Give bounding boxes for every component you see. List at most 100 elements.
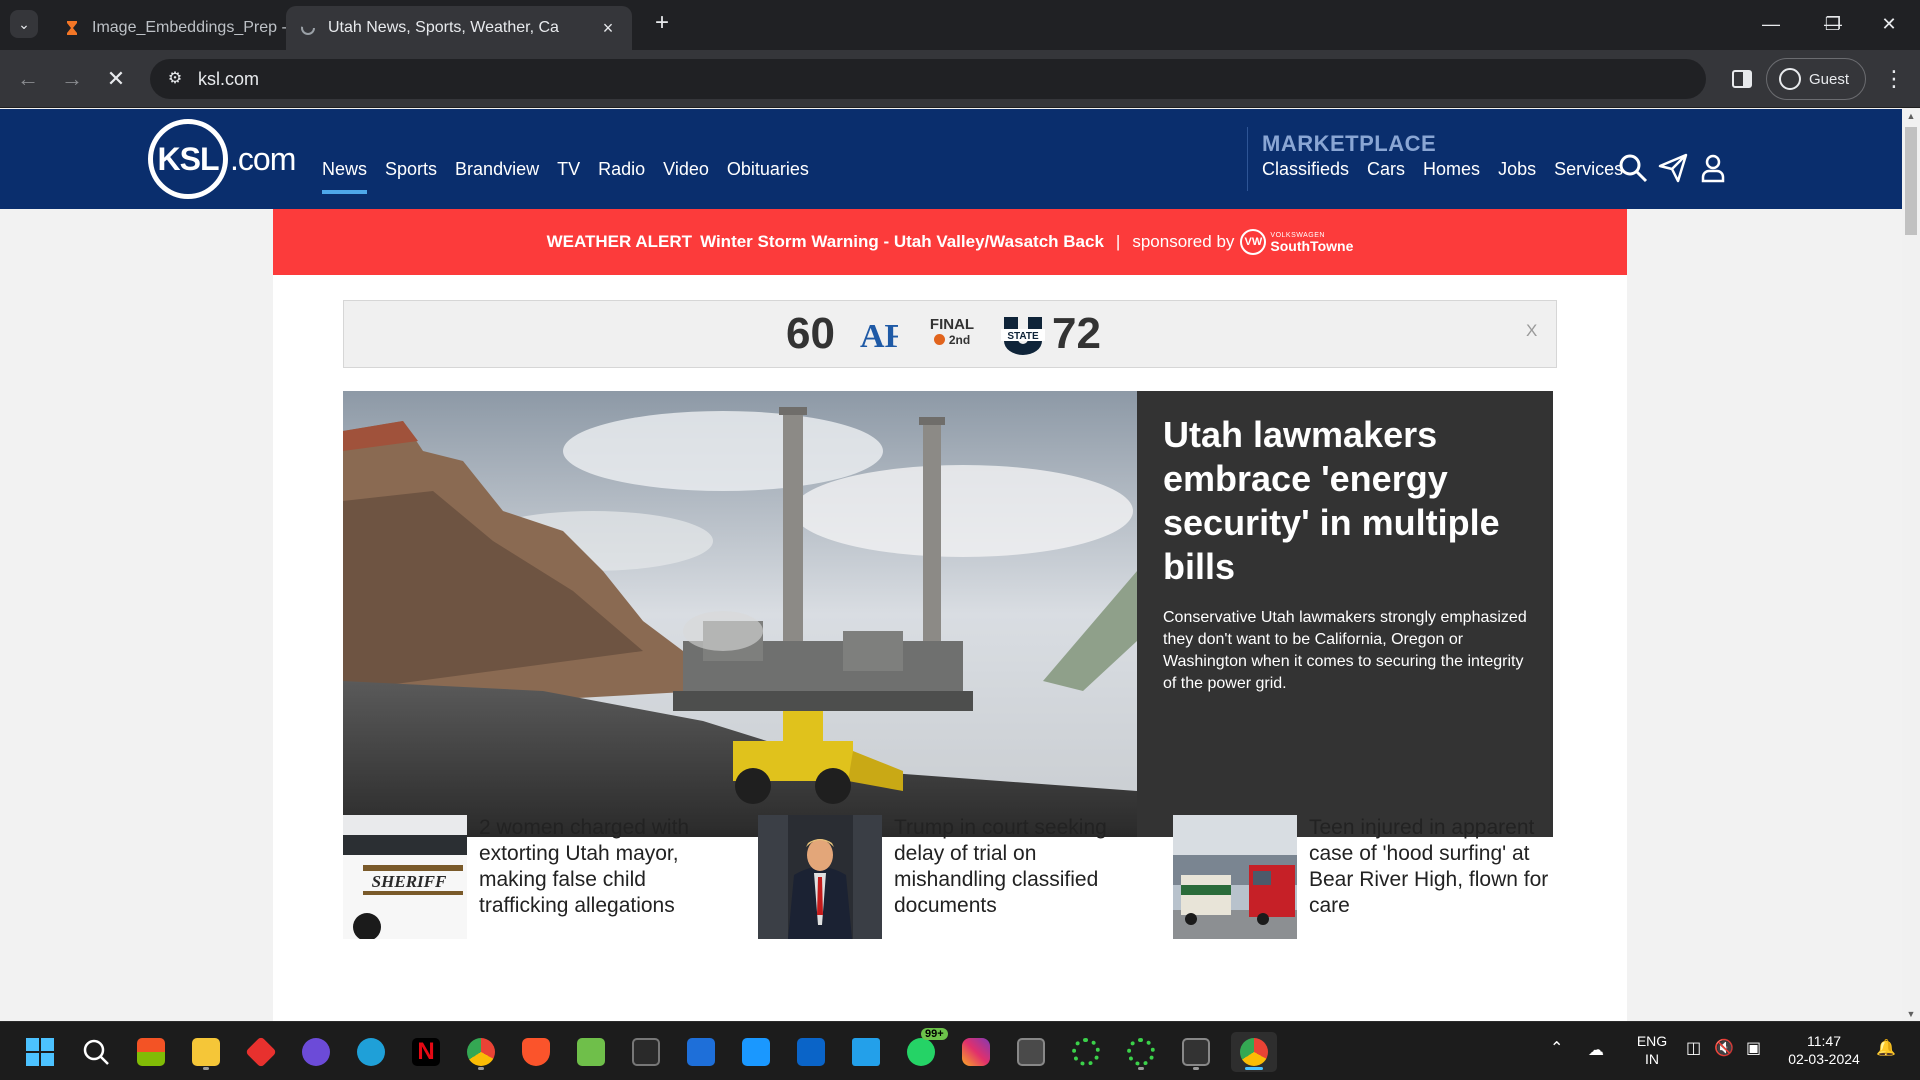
instagram-icon[interactable]	[956, 1032, 996, 1072]
new-tab-button[interactable]: +	[648, 10, 676, 38]
hero-story[interactable]: Utah lawmakers embrace 'energy security'…	[343, 391, 1553, 837]
marketplace-divider	[1247, 127, 1248, 191]
forward-arrow-icon[interactable]: →	[56, 63, 88, 95]
onedrive-cloud-icon[interactable]: ☁	[1588, 1042, 1604, 1060]
send-icon[interactable]	[1658, 153, 1688, 183]
terminal-window-icon[interactable]	[626, 1032, 666, 1072]
search-icon[interactable]	[1618, 153, 1648, 183]
app-green-ring-2-icon[interactable]	[1121, 1032, 1161, 1072]
restore-icon[interactable]: ❐	[1810, 6, 1856, 42]
nav-services[interactable]: Services	[1554, 159, 1623, 180]
story-thumbnail-fire-trucks[interactable]	[1173, 815, 1297, 939]
marketplace-nav: Classifieds Cars Homes Jobs Services	[1262, 159, 1641, 180]
app-blue-icon[interactable]	[681, 1032, 721, 1072]
nav-classifieds[interactable]: Classifieds	[1262, 159, 1349, 180]
story-headline[interactable]: 2 women charged with extorting Utah mayo…	[479, 815, 727, 919]
story-card[interactable]: Trump in court seeking delay of trial on…	[758, 815, 1142, 939]
sponsor-logo[interactable]: VOLKSWAGEN SouthTowne	[1270, 232, 1353, 253]
close-scoreboard-button[interactable]: X	[1526, 321, 1537, 341]
clock[interactable]: 11:47 02-03-2024	[1782, 1032, 1866, 1068]
nav-cars[interactable]: Cars	[1367, 159, 1405, 180]
hero-image-power-plant[interactable]	[343, 391, 1137, 837]
weather-alert-banner[interactable]: WEATHER ALERT Winter Storm Warning - Uta…	[273, 209, 1627, 275]
clock-date: 02-03-2024	[1788, 1051, 1860, 1067]
battery-icon[interactable]: ▣	[1746, 1040, 1761, 1058]
power-plant-illustration	[343, 391, 1137, 837]
basketball-icon	[933, 334, 945, 345]
microsoft-store-icon[interactable]	[131, 1032, 171, 1072]
outlook-icon[interactable]	[791, 1032, 831, 1072]
network-icon[interactable]: ◫	[1686, 1040, 1701, 1058]
back-arrow-icon[interactable]: ←	[12, 63, 44, 95]
notification-bell-icon[interactable]: 🔔	[1876, 1040, 1896, 1058]
minimize-icon[interactable]: —	[1748, 6, 1794, 42]
nav-radio[interactable]: Radio	[598, 159, 645, 180]
story-thumbnail-trump[interactable]	[758, 815, 882, 939]
address-bar[interactable]: ⚙ ksl.com	[150, 59, 1706, 99]
stop-loading-icon[interactable]: ✕	[100, 63, 132, 95]
story-headline[interactable]: Trump in court seeking delay of trial on…	[894, 815, 1142, 919]
marketplace-label[interactable]: MARKETPLACE	[1262, 131, 1436, 157]
profile-icon	[1779, 68, 1801, 90]
prime-video-icon[interactable]	[736, 1032, 776, 1072]
final-label: FINAL	[929, 316, 975, 333]
brave-icon[interactable]	[516, 1032, 556, 1072]
command-prompt-icon[interactable]	[1176, 1032, 1216, 1072]
menu-kebab-icon[interactable]: ⋮	[1880, 63, 1908, 95]
scrollbar-thumb[interactable]	[1905, 127, 1917, 235]
app-red-diamond-icon[interactable]	[241, 1032, 281, 1072]
nav-jobs[interactable]: Jobs	[1498, 159, 1536, 180]
fire-trucks-image	[1173, 815, 1297, 939]
nav-video[interactable]: Video	[663, 159, 709, 180]
search-icon[interactable]	[76, 1032, 116, 1072]
story-card[interactable]: Teen injured in apparent case of 'hood s…	[1173, 815, 1557, 939]
close-tab-icon[interactable]: ×	[598, 18, 618, 39]
utah-state-logo-icon: STATE	[1001, 317, 1045, 355]
photos-icon[interactable]	[571, 1032, 611, 1072]
nav-news[interactable]: News	[322, 159, 368, 194]
whatsapp-icon[interactable]: 99+	[901, 1028, 948, 1072]
main-nav: News Sports Brandview TV Radio Video Obi…	[322, 159, 827, 194]
profile-guest-button[interactable]: Guest	[1766, 58, 1866, 100]
chrome-active-icon[interactable]	[1231, 1032, 1277, 1072]
language-indicator[interactable]: ENG IN	[1632, 1032, 1672, 1068]
nav-brandview[interactable]: Brandview	[455, 159, 539, 180]
chrome-icon[interactable]	[461, 1032, 501, 1072]
sponsor-name: SouthTowne	[1270, 237, 1354, 254]
app-purple-icon[interactable]	[296, 1032, 336, 1072]
nav-tv[interactable]: TV	[557, 159, 580, 180]
separator: |	[1115, 232, 1121, 251]
site-info-icon[interactable]: ⚙	[164, 68, 186, 90]
story-thumbnail-sheriff[interactable]: SHERIFF	[343, 815, 467, 939]
air-force-logo-text: AF	[860, 318, 898, 355]
volume-muted-icon[interactable]: 🔇	[1714, 1040, 1734, 1058]
url-text[interactable]: ksl.com	[198, 69, 259, 90]
language-line1: ENG	[1636, 1033, 1668, 1049]
page-scrollbar[interactable]: ▲ ▼	[1902, 109, 1920, 1021]
vw-logo-icon: VW	[1240, 229, 1267, 255]
edge-icon[interactable]	[351, 1032, 391, 1072]
vscode-icon[interactable]	[846, 1032, 886, 1072]
language-line2: IN	[1645, 1051, 1659, 1067]
nav-sports[interactable]: Sports	[385, 159, 437, 180]
tab-search-chevron-icon[interactable]: ⌄	[10, 10, 38, 38]
account-icon[interactable]	[1698, 153, 1728, 183]
story-card[interactable]: SHERIFF 2 women charged with extorting U…	[343, 815, 727, 939]
windows-start-icon[interactable]	[20, 1032, 60, 1072]
tray-chevron-up-icon[interactable]: ⌃	[1550, 1040, 1563, 1058]
close-window-icon[interactable]: ✕	[1866, 6, 1912, 42]
scroll-down-icon[interactable]: ▼	[1902, 1009, 1920, 1019]
ksl-logo[interactable]: KSL .com	[148, 119, 296, 199]
hero-headline[interactable]: Utah lawmakers embrace 'energy security'…	[1163, 413, 1527, 589]
nav-homes[interactable]: Homes	[1423, 159, 1480, 180]
story-headline[interactable]: Teen injured in apparent case of 'hood s…	[1309, 815, 1557, 919]
netflix-icon[interactable]: N	[406, 1032, 446, 1072]
tab-ksl[interactable]: Utah News, Sports, Weather, Ca ×	[286, 6, 632, 50]
side-panel-icon[interactable]	[1726, 63, 1758, 95]
app-green-ring-icon[interactable]	[1066, 1032, 1106, 1072]
nav-obituaries[interactable]: Obituaries	[727, 159, 809, 180]
scoreboard[interactable]: 60 AF FINAL 2nd STATE 72 X	[343, 300, 1557, 368]
app-gray-icon[interactable]	[1011, 1032, 1051, 1072]
scroll-up-icon[interactable]: ▲	[1902, 111, 1920, 121]
file-explorer-icon[interactable]	[186, 1032, 226, 1072]
